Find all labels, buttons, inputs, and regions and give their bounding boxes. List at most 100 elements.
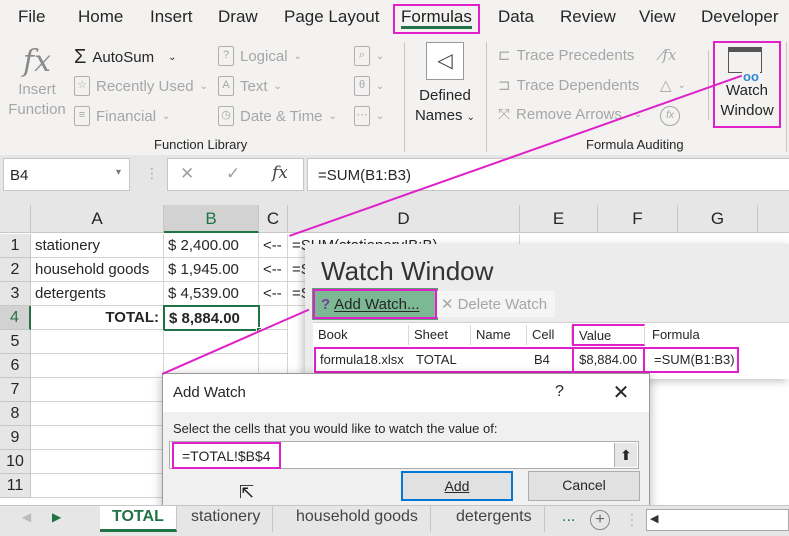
scroll-left-icon[interactable]: ◀ [650,512,658,525]
row-header-3[interactable]: 3 [0,282,31,306]
watch-header-book[interactable]: Book [313,325,409,345]
cell-c4[interactable] [259,306,288,330]
column-header-a[interactable]: A [31,205,164,233]
add-watch-button[interactable]: ? Add Watch... [312,288,438,320]
math-trig-button[interactable]: θ ⌄ [354,76,384,96]
cell-a2[interactable]: household goods [31,258,164,282]
menu-review[interactable]: Review [560,7,616,27]
financial-button[interactable]: ≡ Financial ⌄ [74,106,170,126]
row-header-7[interactable]: 7 [0,378,31,402]
menu-view[interactable]: View [639,7,676,27]
horizontal-scrollbar[interactable]: ◀ [646,509,789,531]
trace-dependents-button[interactable]: ⊐ Trace Dependents [498,76,639,95]
column-header-f[interactable]: F [598,205,678,233]
remove-arrows-button[interactable]: ⤧ Remove Arrows ⌄ [498,106,642,123]
cell-b1[interactable]: $ 2,400.00 [164,234,259,258]
scroll-tabs-right-icon[interactable]: ▶ [52,510,61,524]
row-header-2[interactable]: 2 [0,258,31,282]
cell-a5[interactable] [31,330,164,354]
lookup-reference-button[interactable]: ⌕ ⌄ [354,46,384,66]
cell-a7[interactable] [31,378,164,402]
row-header-8[interactable]: 8 [0,402,31,426]
menu-file[interactable]: File [18,7,45,27]
cell-b3[interactable]: $ 4,539.00 [164,282,259,306]
menu-draw[interactable]: Draw [218,7,258,27]
menu-home[interactable]: Home [78,7,123,27]
row-header-9[interactable]: 9 [0,426,31,450]
close-button[interactable]: ✕ [609,380,633,405]
cell-a3[interactable]: detergents [31,282,164,306]
insert-function-fx-button[interactable]: fx [272,163,288,183]
evaluate-formula-button[interactable]: fx [660,106,680,126]
cell-a4[interactable]: TOTAL: [31,306,164,330]
cell-b4-selected[interactable]: $ 8,884.00 [163,305,260,331]
enter-formula-button[interactable]: ✓ [226,164,240,184]
cell-a1[interactable]: stationery [31,234,164,258]
autosum-button[interactable]: Σ AutoSum ⌄ [74,46,176,69]
row-header-11[interactable]: 11 [0,474,31,498]
menu-formulas[interactable]: Formulas [393,4,480,34]
mouse-cursor-icon: ⇱ [239,482,255,502]
row-header-1[interactable]: 1 [0,234,31,258]
sheet-tab-stationery[interactable]: stationery [179,506,274,532]
tab-splitter[interactable]: ⋮ [624,510,640,530]
text-button[interactable]: A Text ⌄ [218,76,282,96]
menu-developer[interactable]: Developer [701,7,779,27]
cell-b2[interactable]: $ 1,945.00 [164,258,259,282]
cell-a8[interactable] [31,402,164,426]
scroll-tabs-left-icon[interactable]: ◀ [22,510,31,524]
column-header-b[interactable]: B [164,205,259,233]
watch-row-value: $8,884.00 [572,347,645,373]
watch-header-cell[interactable]: Cell [527,325,572,345]
menu-data[interactable]: Data [498,7,534,27]
delete-watch-button[interactable]: ✕ Delete Watch [437,291,555,317]
watch-header-name[interactable]: Name [471,325,527,345]
more-functions-button[interactable]: ⋯ ⌄ [354,106,384,126]
help-button[interactable]: ? [555,383,564,401]
column-header-d[interactable]: D [288,205,520,233]
trace-precedents-button[interactable]: ⊏ Trace Precedents [498,46,634,65]
cancel-button[interactable]: Cancel [528,471,640,501]
sheet-tab-detergents[interactable]: detergents [444,506,545,532]
cell-c1[interactable]: <-- [259,234,288,258]
watch-header-formula[interactable]: Formula [647,325,787,345]
cell-a10[interactable] [31,450,164,474]
watch-header-sheet[interactable]: Sheet [409,325,471,345]
name-box[interactable]: B4 ▾ [3,158,130,191]
cell-a9[interactable] [31,426,164,450]
row-header-5[interactable]: 5 [0,330,31,354]
sheet-tab-total[interactable]: TOTAL [100,506,177,532]
defined-names-button[interactable]: ◁ Defined Names ⌄ [410,42,480,128]
insert-function-button[interactable]: fx Insert Function [6,44,68,120]
cell-c5[interactable] [259,330,288,354]
row-header-10[interactable]: 10 [0,450,31,474]
add-sheet-button[interactable]: + [590,510,610,530]
more-sheets-button[interactable]: ... [562,508,575,526]
row-header-4[interactable]: 4 [0,306,31,330]
cancel-formula-button[interactable]: ✕ [180,164,194,184]
add-button[interactable]: Add [401,471,513,501]
date-time-button[interactable]: ◷ Date & Time ⌄ [218,106,337,126]
collapse-dialog-button[interactable]: ⬆ [614,443,637,467]
recently-used-button[interactable]: ☆ Recently Used ⌄ [74,76,208,96]
error-checking-button[interactable]: △ ⌄ [660,76,686,94]
sheet-tab-household-goods[interactable]: household goods [284,506,431,532]
column-header-h[interactable] [758,205,789,233]
column-header-c[interactable]: C [259,205,288,233]
cell-c3[interactable]: <-- [259,282,288,306]
logical-button[interactable]: ? Logical ⌄ [218,46,302,66]
formula-input[interactable]: =SUM(B1:B3) [307,158,789,191]
cell-reference-input[interactable]: =TOTAL!$B$4 ⬆ [169,441,639,469]
menu-insert[interactable]: Insert [150,7,193,27]
menu-page-layout[interactable]: Page Layout [284,7,379,27]
cell-a11[interactable] [31,474,164,498]
watch-window-button[interactable]: oo Watch Window [713,41,781,128]
show-formulas-button[interactable]: ⁄fx [660,46,677,64]
cell-a6[interactable] [31,354,164,378]
cell-c2[interactable]: <-- [259,258,288,282]
select-all-corner[interactable] [0,205,31,233]
column-header-e[interactable]: E [520,205,598,233]
row-header-6[interactable]: 6 [0,354,31,378]
column-header-g[interactable]: G [678,205,758,233]
watch-header-value[interactable]: Value [572,324,645,346]
